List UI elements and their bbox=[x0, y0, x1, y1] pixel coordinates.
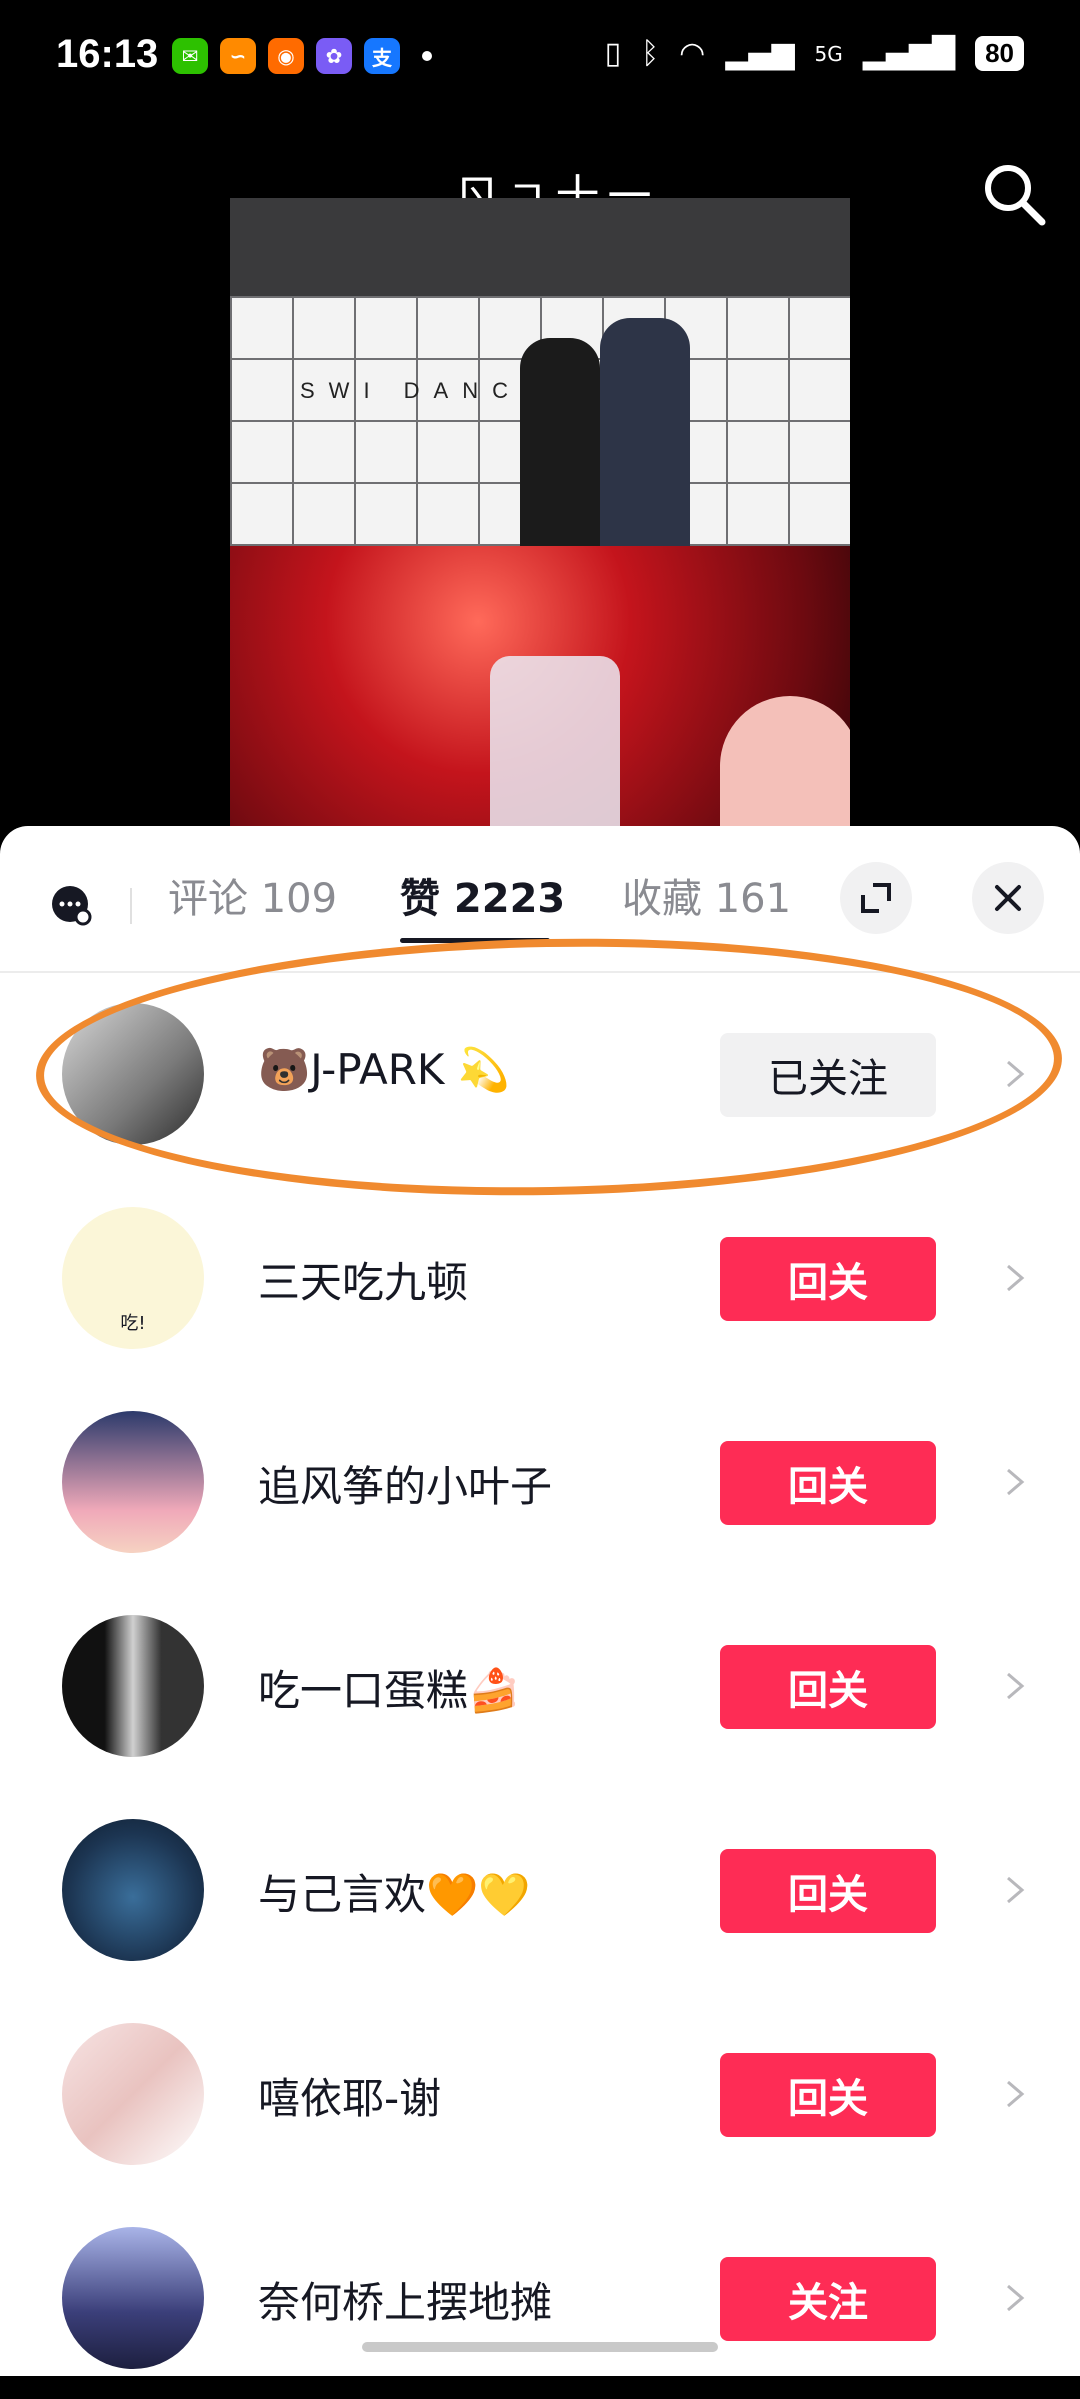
list-item[interactable]: 奈何桥上摆地摊 关注 bbox=[0, 2195, 1080, 2399]
chevron-right-icon[interactable] bbox=[1002, 1059, 1028, 1089]
follow-back-button[interactable]: 回关 bbox=[720, 1441, 936, 1525]
tab-likes[interactable]: 赞 2223 bbox=[400, 866, 565, 924]
list-item[interactable]: 🐻J-PARK 💫 已关注 bbox=[0, 930, 1080, 1204]
signal-icon-2: ▂▄▆█ bbox=[862, 36, 956, 71]
wechat-icon: ✉ bbox=[172, 38, 208, 74]
signal-icon: ▂▄▆ bbox=[725, 36, 795, 71]
sheet-tabs: 评论 109 赞 2223 收藏 161 bbox=[0, 826, 1080, 973]
avatar[interactable] bbox=[62, 2227, 204, 2369]
chevron-right-icon[interactable] bbox=[1002, 2283, 1028, 2313]
video-frame-bottom bbox=[230, 546, 850, 848]
chevron-right-icon[interactable] bbox=[1002, 1467, 1028, 1497]
chat-settings-icon[interactable] bbox=[50, 884, 92, 926]
network-type: 5G bbox=[814, 41, 843, 66]
list-item[interactable]: 与己言欢🧡💛 回关 bbox=[0, 1787, 1080, 1991]
video-heart-prop bbox=[720, 696, 850, 846]
avatar[interactable] bbox=[62, 1411, 204, 1553]
vibrate-icon: ▯ bbox=[604, 36, 622, 71]
avatar-text: 吃! bbox=[120, 1313, 146, 1334]
chevron-right-icon[interactable] bbox=[1002, 2079, 1028, 2109]
video-person-b bbox=[600, 318, 690, 548]
video-person-a bbox=[520, 338, 600, 548]
tab-favorites[interactable]: 收藏 161 bbox=[622, 866, 791, 924]
follow-back-button[interactable]: 回关 bbox=[720, 2053, 936, 2137]
status-bar: 16:13 ✉ ∽ ◉ ✿ 支 ▯ ᛒ ◠ ▂▄▆ 5G ▂▄▆█ 80 bbox=[0, 0, 1080, 120]
bluetooth-icon: ᛒ bbox=[641, 36, 660, 71]
search-icon[interactable] bbox=[980, 160, 1050, 230]
avatar[interactable] bbox=[62, 1615, 204, 1757]
status-time: 16:13 bbox=[56, 32, 159, 76]
avatar[interactable] bbox=[62, 1003, 204, 1145]
follow-button[interactable]: 关注 bbox=[720, 2257, 936, 2341]
user-name[interactable]: 吃一口蛋糕🍰 bbox=[258, 1657, 520, 1718]
video-player[interactable]: SWI DANC HOOL bbox=[230, 198, 850, 848]
video-ceiling bbox=[230, 198, 850, 296]
user-name[interactable]: 🐻J-PARK 💫 bbox=[258, 1045, 510, 1095]
list-item[interactable]: 追风筝的小叶子 回关 bbox=[0, 1379, 1080, 1583]
notification-app-icons: ✉ ∽ ◉ ✿ 支 bbox=[172, 38, 432, 74]
user-name[interactable]: 奈何桥上摆地摊 bbox=[258, 2269, 552, 2330]
avatar[interactable]: 吃! bbox=[62, 1207, 204, 1349]
status-right: ▯ ᛒ ◠ ▂▄▆ 5G ▂▄▆█ 80 bbox=[605, 36, 1024, 71]
following-button[interactable]: 已关注 bbox=[720, 1033, 936, 1117]
more-notifications-dot bbox=[422, 51, 432, 61]
chevron-right-icon[interactable] bbox=[1002, 1671, 1028, 1701]
expand-icon[interactable] bbox=[840, 862, 912, 934]
avatar[interactable] bbox=[62, 1819, 204, 1961]
chevron-right-icon[interactable] bbox=[1002, 1875, 1028, 1905]
battery-level: 80 bbox=[975, 36, 1024, 71]
follow-back-button[interactable]: 回关 bbox=[720, 1645, 936, 1729]
follow-back-button[interactable]: 回关 bbox=[720, 1237, 936, 1321]
alipay-icon: 支 bbox=[364, 38, 400, 74]
list-item[interactable]: 吃一口蛋糕🍰 回关 bbox=[0, 1583, 1080, 1787]
user-name[interactable]: 追风筝的小叶子 bbox=[258, 1453, 552, 1514]
home-indicator[interactable] bbox=[362, 2342, 718, 2352]
active-tab-indicator bbox=[400, 938, 550, 943]
video-frame-top: SWI DANC HOOL bbox=[230, 198, 850, 548]
list-item[interactable]: 吃! 三天吃九顿 回关 bbox=[0, 1175, 1080, 1379]
likes-sheet: 评论 109 赞 2223 收藏 161 🐻J-PARK 💫 已关注 吃! 三天… bbox=[0, 826, 1080, 2376]
list-item[interactable]: 嘻依耶-谢 回关 bbox=[0, 1991, 1080, 2195]
close-icon[interactable] bbox=[972, 862, 1044, 934]
wifi-icon: ◠ bbox=[679, 36, 706, 71]
follow-back-button[interactable]: 回关 bbox=[720, 1849, 936, 1933]
user-name[interactable]: 三天吃九顿 bbox=[258, 1249, 468, 1310]
rabbit-app-icon: ✿ bbox=[316, 38, 352, 74]
tab-comments[interactable]: 评论 109 bbox=[168, 866, 337, 924]
taobao-app-icon: ∽ bbox=[220, 38, 256, 74]
video-stage-performers bbox=[490, 656, 620, 846]
tab-divider bbox=[130, 888, 132, 924]
user-name[interactable]: 嘻依耶-谢 bbox=[258, 2065, 441, 2126]
weibo-icon: ◉ bbox=[268, 38, 304, 74]
avatar[interactable] bbox=[62, 2023, 204, 2165]
user-name[interactable]: 与己言欢🧡💛 bbox=[258, 1861, 531, 1922]
liked-users-list: 🐻J-PARK 💫 已关注 吃! 三天吃九顿 回关 追风筝的小叶子 回关 吃一口… bbox=[0, 930, 1080, 2399]
chevron-right-icon[interactable] bbox=[1002, 1263, 1028, 1293]
